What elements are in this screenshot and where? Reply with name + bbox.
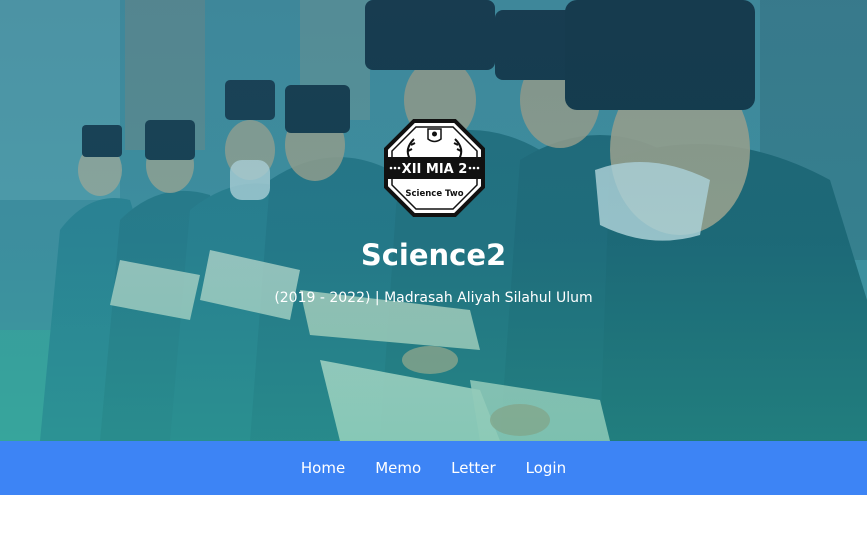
page-content (0, 495, 867, 555)
nav-memo-link[interactable]: Memo (375, 459, 421, 477)
nav-login-link[interactable]: Login (526, 459, 566, 477)
page-title: Science2 (360, 238, 507, 272)
logo-bottom-text: Science Two (405, 189, 463, 199)
nav-home-link[interactable]: Home (301, 459, 345, 477)
page-subtitle: (2019 - 2022) | Madrasah Aliyah Silahul … (274, 290, 593, 306)
school-emblem-icon: XII MIA 2 Science Two (384, 119, 485, 217)
main-navbar: Home Memo Letter Login (0, 441, 867, 495)
nav-list: Home Memo Letter Login (0, 441, 867, 495)
nav-letter-link[interactable]: Letter (451, 459, 495, 477)
hero-overlay (0, 0, 867, 441)
hero-banner: XII MIA 2 Science Two Science2 (2019 - 2… (0, 0, 867, 441)
logo-top-text: XII MIA 2 (402, 162, 468, 177)
